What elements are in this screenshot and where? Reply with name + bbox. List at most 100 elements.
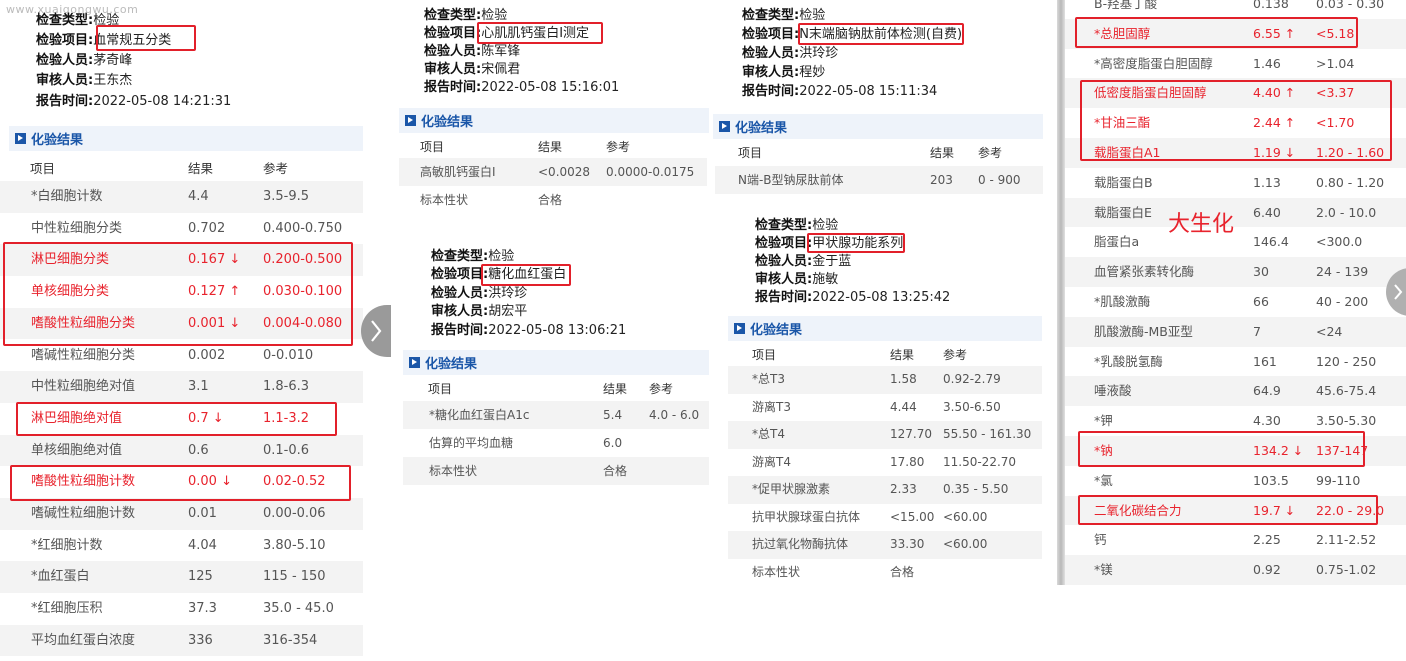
cell-result: 336 — [188, 632, 213, 648]
highlight-box — [3, 242, 353, 346]
cell-item: 载脂蛋白B — [1094, 174, 1153, 190]
report-time: 报告时间:2022-05-08 13:25:42 — [755, 290, 951, 305]
cell-result: 7 — [1253, 323, 1261, 339]
cell-ref: 0.35 - 5.50 — [943, 482, 1009, 496]
highlight-box — [16, 402, 337, 436]
highlight-box — [10, 465, 351, 501]
cell-ref: 4.0 - 6.0 — [649, 408, 700, 422]
panel-troponin: 检查类型:检验 检验项目:心肌肌钙蛋白I测定 检验人员:陈军锋 审核人员:宋佩君… — [397, 0, 709, 222]
cell-result: 17.80 — [890, 454, 925, 469]
cell-ref: <24 — [1316, 323, 1343, 339]
cell-result: 127.70 — [890, 427, 932, 441]
cell-ref: <300.0 — [1316, 234, 1363, 250]
highlight-box — [1078, 495, 1378, 525]
cell-ref: 0.1-0.6 — [263, 442, 310, 458]
table-row: 游离T4 17.80 11.50-22.70 — [728, 449, 1042, 477]
cell-result: 1.58 — [890, 372, 917, 386]
cell-ref: >1.04 — [1316, 55, 1355, 71]
cell-item: *红细胞计数 — [31, 537, 103, 553]
cell-item: 血管紧张素转化酶 — [1094, 264, 1195, 280]
cell-result: 1.13 — [1253, 174, 1281, 190]
table-row: 估算的平均血糖 6.0 — [403, 429, 709, 457]
cell-result: 3.1 — [188, 379, 209, 395]
cell-item: *镁 — [1094, 562, 1113, 578]
cell-item: *红细胞压积 — [31, 601, 103, 617]
cell-item: 中性粒细胞分类 — [31, 220, 123, 236]
cell-item: *血红蛋白 — [31, 569, 90, 585]
cell-item: 平均血红蛋白浓度 — [31, 632, 136, 648]
table-row: 抗甲状腺球蛋白抗体 <15.00 <60.00 — [728, 504, 1042, 532]
table-row: *红细胞计数 4.04 3.80-5.10 — [0, 530, 363, 562]
cell-item: 单核细胞绝对值 — [31, 442, 123, 458]
cell-item: 嗜碱性粒细胞计数 — [31, 506, 136, 521]
cell-ref: 40 - 200 — [1316, 294, 1369, 309]
cell-item: B-羟基丁酸 — [1094, 0, 1158, 11]
table-row: 嗜碱性粒细胞计数 0.01 0.00-0.06 — [0, 498, 363, 530]
play-icon — [719, 121, 730, 132]
table-row: 脂蛋白a 146.4 <300.0 — [1065, 227, 1406, 257]
cell-ref: 0.0000-0.0175 — [606, 165, 695, 179]
next-arrow-button[interactable] — [361, 305, 391, 357]
cell-item: 估算的平均血糖 — [429, 436, 514, 450]
table-row: 肌酸激酶-MB亚型 7 <24 — [1065, 316, 1406, 347]
section-header: 化验结果 — [399, 108, 709, 133]
table-row: *氯 103.5 99-110 — [1065, 466, 1406, 496]
cell-item: 抗甲状腺球蛋白抗体 — [752, 509, 861, 524]
cell-ref: 0.03 - 0.30 — [1316, 0, 1385, 11]
cell-item: 肌酸激酶-MB亚型 — [1094, 323, 1193, 339]
panel-hba1c: 检查类型:检验 检验项目:糖化血红蛋白 检验人员:洪玲珍 审核人员:胡宏平 报告… — [401, 238, 709, 488]
table-row: *血红蛋白 125 115 - 150 — [0, 561, 363, 594]
cell-result: 66 — [1253, 294, 1269, 309]
table-row: 中性粒细胞分类 0.702 0.400-0.750 — [0, 213, 363, 245]
cell-result: 33.30 — [890, 537, 925, 551]
table-row: *肌酸激酶 66 40 - 200 — [1065, 287, 1406, 317]
check-person: 检验人员:洪玲珍 — [431, 286, 528, 301]
table-row: 抗过氧化物酶抗体 33.30 <60.00 — [728, 531, 1042, 559]
cell-result: 6.40 — [1253, 204, 1281, 220]
cell-item: 抗过氧化物酶抗体 — [752, 537, 849, 551]
check-person: 检验人员:金于蓝 — [755, 254, 852, 269]
cell-item: N端-B型钠尿肽前体 — [738, 173, 844, 187]
reviewer: 审核人员:程妙 — [742, 65, 826, 80]
cell-result: 5.4 — [603, 408, 623, 422]
cell-item: *氯 — [1094, 472, 1113, 488]
cell-result: 30 — [1253, 264, 1269, 280]
cell-item: *总T4 — [752, 427, 785, 441]
cell-item: *高密度脂蛋白胆固醇 — [1094, 55, 1213, 71]
cell-item: 钙 — [1094, 532, 1107, 548]
cell-result: 2.33 — [890, 482, 917, 496]
table-row: *糖化血红蛋白A1c 5.4 4.0 - 6.0 — [403, 401, 709, 429]
table-row: 钙 2.25 2.11-2.52 — [1065, 525, 1406, 555]
cell-ref: 99-110 — [1316, 472, 1361, 488]
play-icon — [734, 323, 745, 334]
highlight-box — [481, 264, 571, 286]
table-row: *乳酸脱氢酶 161 120 - 250 — [1065, 347, 1406, 377]
cell-result: 1.46 — [1253, 55, 1281, 71]
check-person: 检验人员:陈军锋 — [424, 44, 521, 59]
highlight-box — [807, 233, 905, 253]
cell-ref: 3.5-9.5 — [263, 189, 310, 204]
cell-result: 0.92 — [1253, 562, 1281, 578]
cell-item: 标本性状 — [429, 464, 478, 478]
cell-item: 高敏肌钙蛋白I — [420, 165, 496, 179]
reviewer: 审核人员:施敏 — [755, 272, 839, 287]
highlight-box — [96, 25, 196, 51]
table-row: 载脂蛋白E 6.40 2.0 - 10.0 — [1065, 197, 1406, 228]
cell-result: 4.04 — [188, 537, 217, 553]
cell-item: *白细胞计数 — [31, 189, 103, 204]
play-icon — [405, 115, 416, 126]
report-time: 报告时间:2022-05-08 15:11:34 — [742, 84, 938, 99]
play-icon — [409, 357, 420, 368]
panel-blood-routine: www.xuaigongwu.com 检查类型:检验 检验项目:血常规五分类 检… — [0, 0, 363, 661]
cell-result: 161 — [1253, 353, 1277, 369]
cell-ref: 0.92-2.79 — [943, 372, 1001, 386]
cell-result: 合格 — [890, 564, 915, 579]
cell-item: 游离T4 — [752, 454, 791, 469]
cell-ref: 0.400-0.750 — [263, 220, 343, 236]
cell-ref: 2.0 - 10.0 — [1316, 204, 1377, 220]
chevron-right-icon — [371, 320, 382, 342]
table-row: 唾液酸 64.9 45.6-75.4 — [1065, 376, 1406, 407]
table-row: *镁 0.92 0.75-1.02 — [1065, 555, 1406, 585]
cell-item: *总T3 — [752, 372, 785, 386]
cell-ref: 0 - 900 — [978, 173, 1021, 187]
